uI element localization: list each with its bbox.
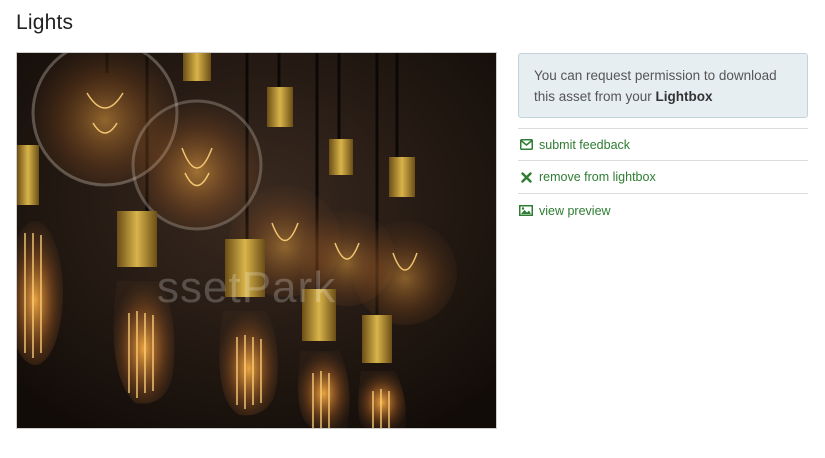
remove-from-lightbox-button[interactable]: remove from lightbox (518, 161, 808, 194)
submit-feedback-label: submit feedback (539, 137, 631, 152)
view-preview-label: view preview (539, 203, 611, 218)
sidebar: You can request permission to download t… (518, 53, 808, 227)
lightbox-link[interactable]: Lightbox (656, 89, 713, 104)
page-title: Lights (16, 11, 74, 34)
envelope-icon (519, 138, 533, 152)
bulbs-photo-graphic (17, 53, 496, 428)
actions-list: submit feedback remove from lightbox vie… (518, 128, 808, 227)
asset-image[interactable]: ssetPark (16, 52, 497, 429)
times-icon (519, 170, 533, 184)
submit-feedback-button[interactable]: submit feedback (518, 128, 808, 161)
permission-info-box: You can request permission to download t… (518, 53, 808, 118)
remove-from-lightbox-label: remove from lightbox (539, 170, 656, 184)
view-preview-button[interactable]: view preview (518, 194, 808, 227)
image-icon (519, 204, 533, 218)
